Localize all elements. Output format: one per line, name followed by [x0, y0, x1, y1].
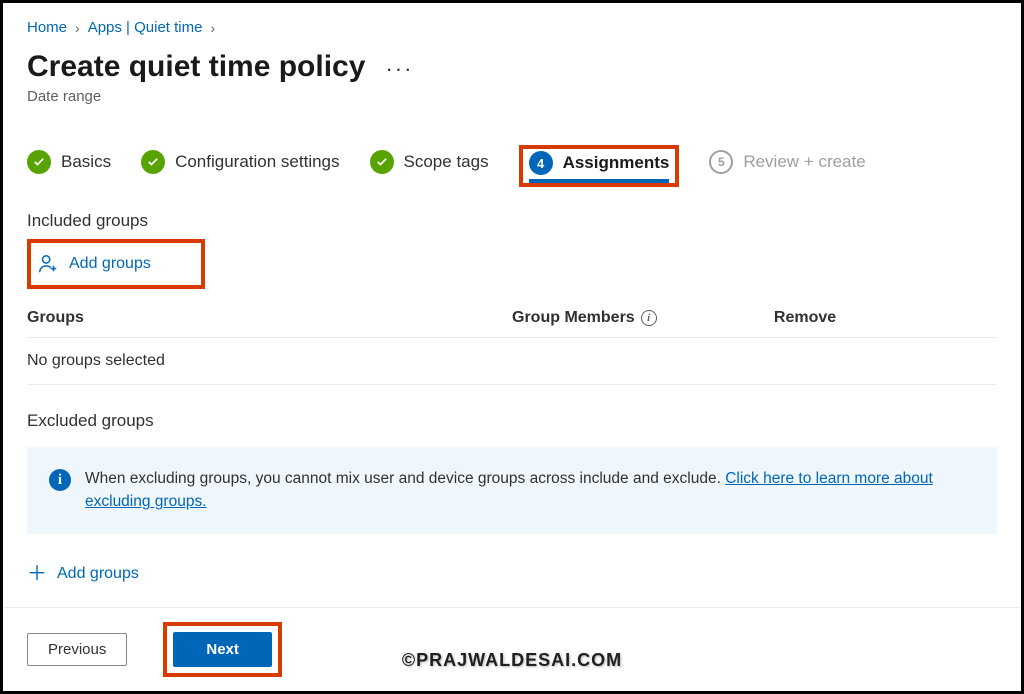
next-button[interactable]: Next [173, 632, 272, 667]
table-row: No groups selected [27, 338, 997, 385]
add-groups-label: Add groups [69, 255, 151, 273]
step-label: Scope tags [404, 152, 489, 172]
previous-button[interactable]: Previous [27, 633, 127, 666]
excluded-groups-heading: Excluded groups [27, 411, 997, 431]
info-icon: i [49, 469, 71, 491]
wizard-stepper: Basics Configuration settings Scope tags… [27, 145, 997, 187]
breadcrumb: Home › Apps | Quiet time › [27, 19, 997, 36]
step-number-icon: 4 [529, 151, 553, 175]
step-label: Assignments [563, 153, 670, 173]
check-icon [27, 150, 51, 174]
column-members: Group Members i [512, 309, 774, 327]
watermark: ©PRAJWALDESAI.COM [402, 650, 622, 671]
column-members-label: Group Members [512, 309, 635, 327]
page-subtitle: Date range [27, 88, 997, 105]
info-banner: i When excluding groups, you cannot mix … [27, 447, 997, 534]
plus-icon: ＋ [27, 564, 47, 584]
step-basics[interactable]: Basics [27, 150, 111, 182]
step-number-icon: 5 [709, 150, 733, 174]
info-text: When excluding groups, you cannot mix us… [85, 470, 725, 487]
step-review: 5 Review + create [709, 150, 865, 182]
chevron-right-icon: › [210, 20, 215, 36]
step-configuration[interactable]: Configuration settings [141, 150, 339, 182]
step-label: Configuration settings [175, 152, 339, 172]
more-actions-icon[interactable]: ··· [385, 56, 413, 82]
info-banner-text: When excluding groups, you cannot mix us… [85, 467, 975, 514]
included-groups-heading: Included groups [27, 211, 997, 231]
step-assignments[interactable]: 4 Assignments [529, 151, 670, 181]
highlight-annotation: 4 Assignments [519, 145, 680, 187]
step-scope-tags[interactable]: Scope tags [370, 150, 489, 182]
highlight-annotation: Next [163, 622, 282, 677]
step-label: Review + create [743, 152, 865, 172]
highlight-annotation: Add groups [27, 239, 205, 289]
add-excluded-groups-button[interactable]: ＋ Add groups [27, 564, 997, 584]
check-icon [370, 150, 394, 174]
step-label: Basics [61, 152, 111, 172]
column-groups: Groups [27, 309, 512, 327]
check-icon [141, 150, 165, 174]
add-groups-button[interactable]: Add groups [31, 243, 201, 285]
add-excluded-label: Add groups [57, 565, 139, 583]
breadcrumb-apps[interactable]: Apps | Quiet time [88, 19, 203, 36]
groups-table-header: Groups Group Members i Remove [27, 303, 997, 338]
column-remove: Remove [774, 309, 997, 327]
breadcrumb-home[interactable]: Home [27, 19, 67, 36]
person-add-icon [37, 253, 59, 275]
wizard-footer: Previous Next [3, 607, 1021, 691]
chevron-right-icon: › [75, 20, 80, 36]
page-title: Create quiet time policy [27, 50, 365, 84]
info-icon[interactable]: i [641, 310, 657, 326]
